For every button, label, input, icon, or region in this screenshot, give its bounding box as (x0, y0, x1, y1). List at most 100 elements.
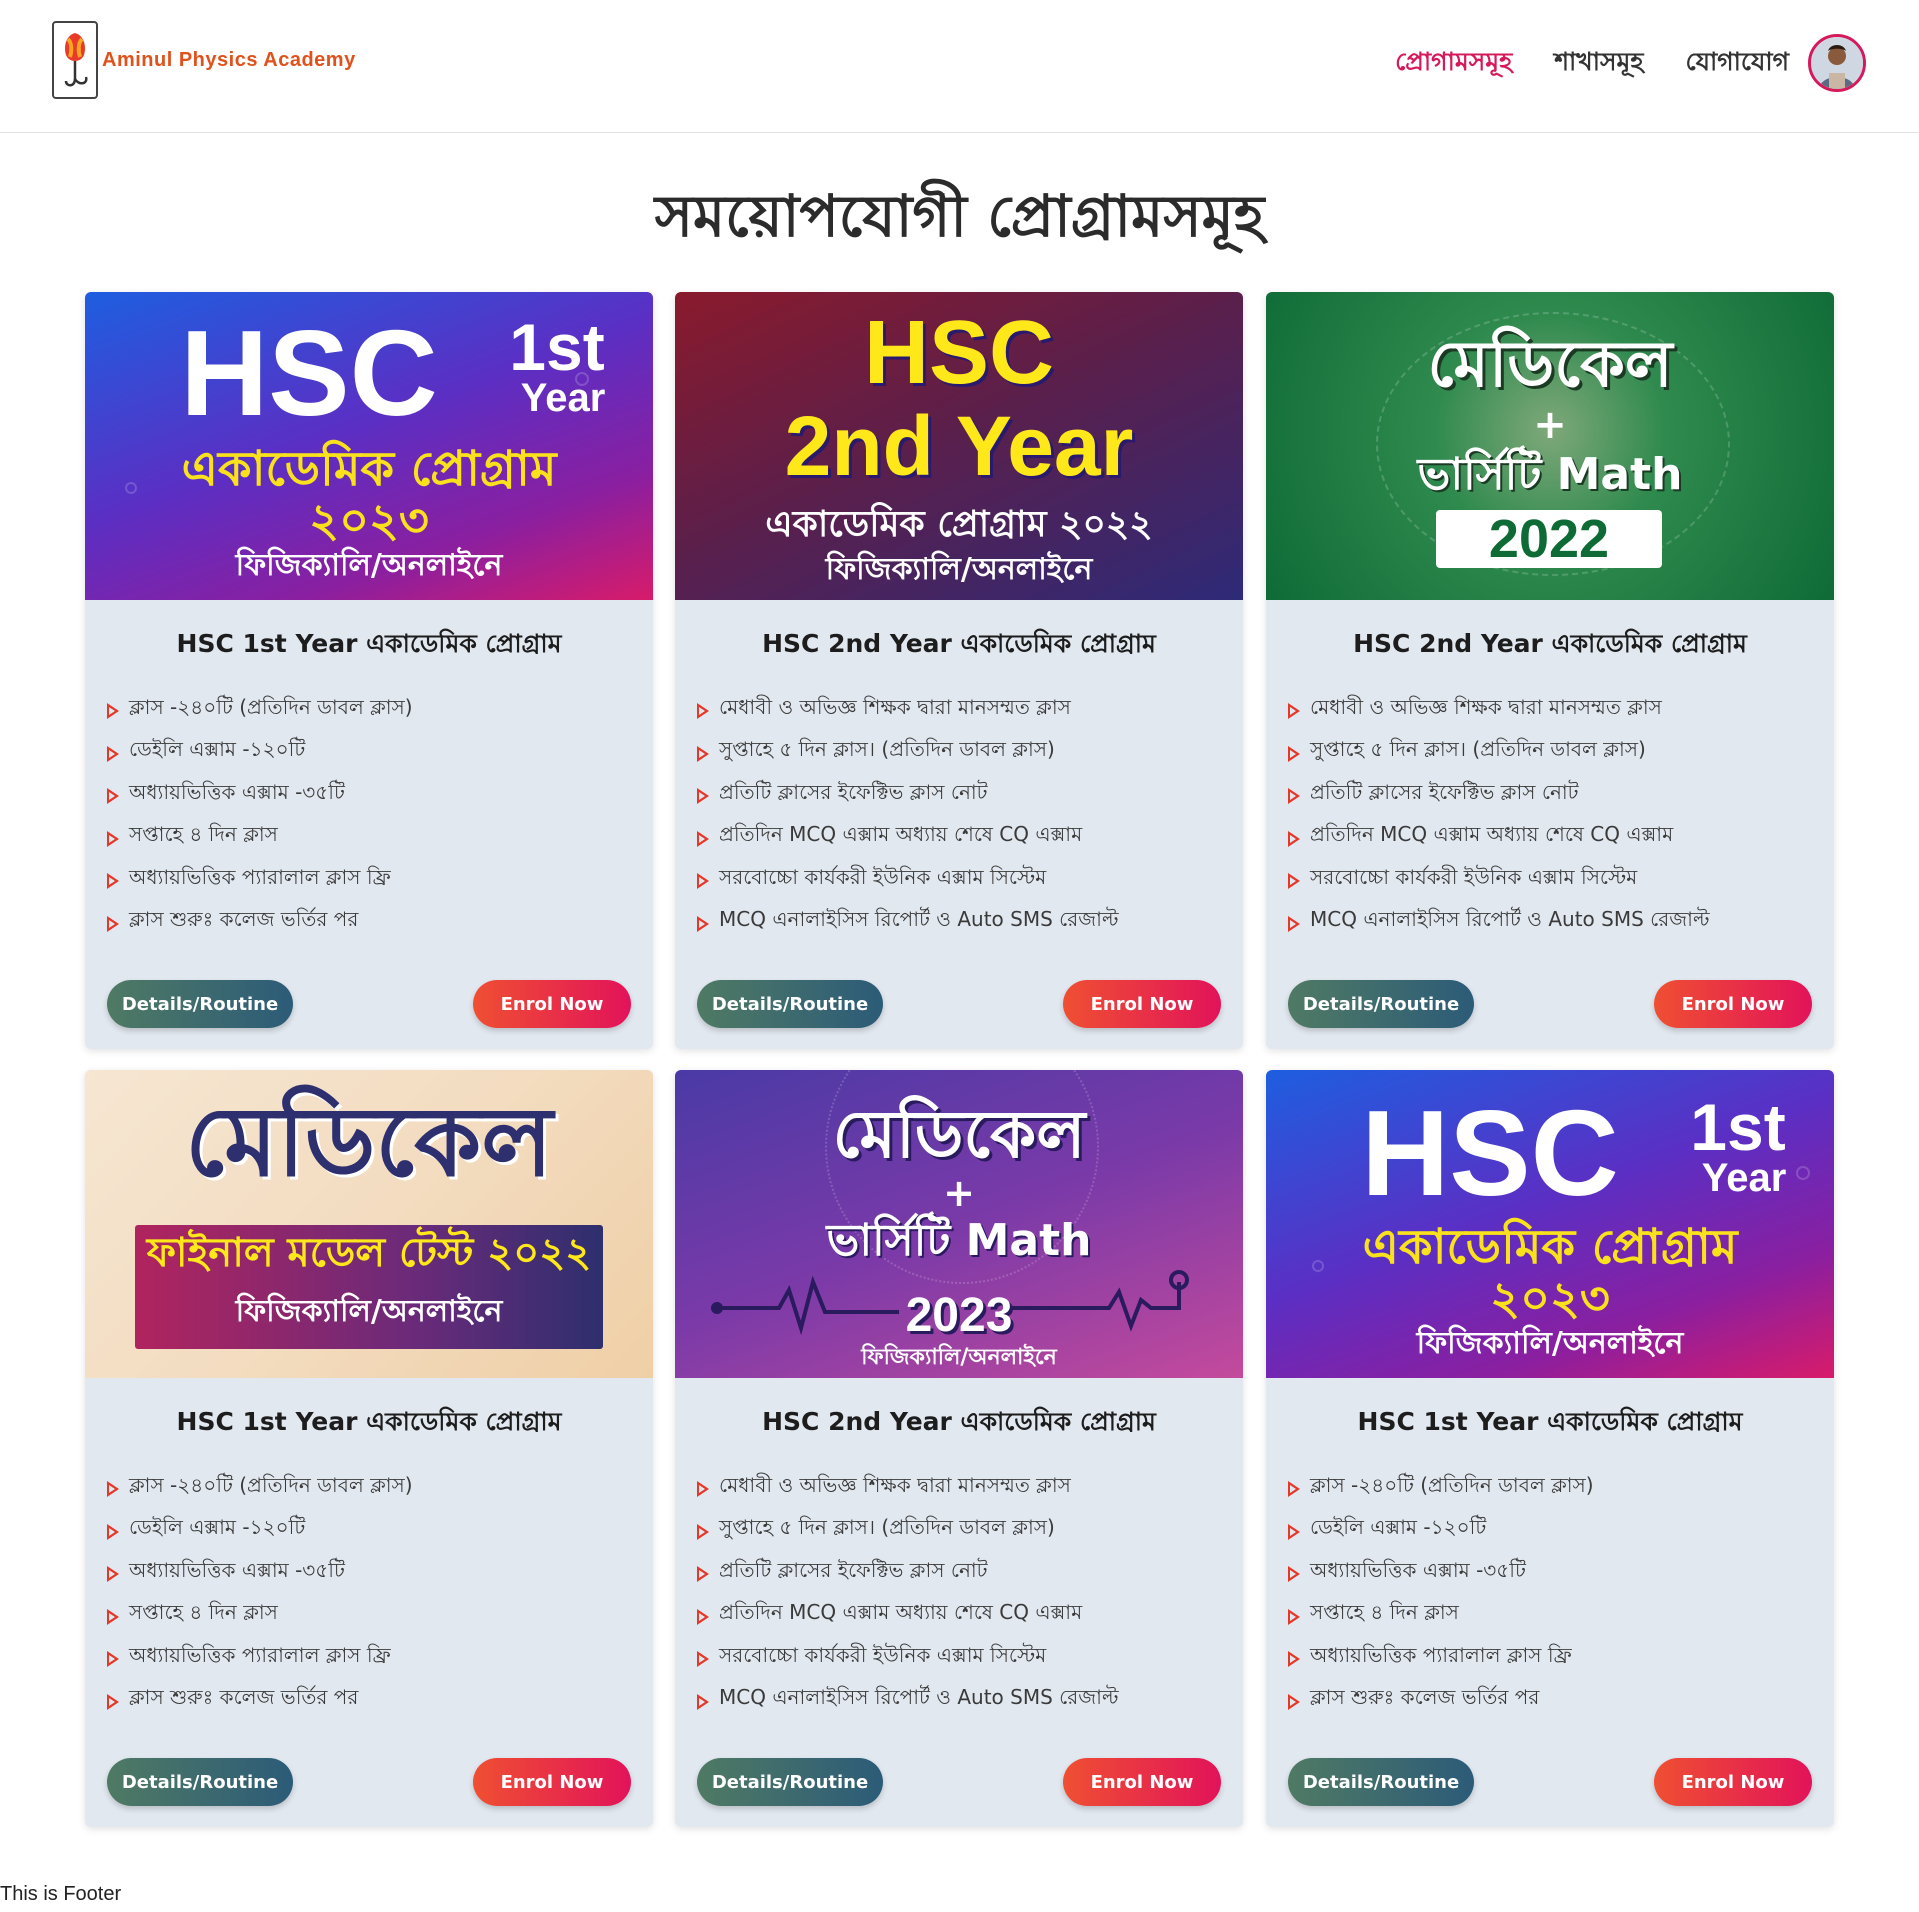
play-triangle-icon (107, 830, 119, 847)
brand-logo[interactable]: Aminul Physics Academy (52, 20, 356, 100)
feature-item: অধ্যায়ভিত্তিক প্যারালাল ক্লাস ফ্রি (1288, 1636, 1594, 1679)
card-title: HSC 1st Year একাডেমিক প্রোগ্রাম (176, 1407, 562, 1436)
feature-item: অধ্যায়ভিত্তিক এক্সাম -৩৫টি (107, 773, 413, 816)
card-title: HSC 2nd Year একাডেমিক প্রোগ্রাম (762, 1407, 1156, 1436)
feature-item: সপ্তাহে ৪ দিন ক্লাস (1288, 1594, 1594, 1637)
navbar: Aminul Physics Academy প্রোগামসমূহ শাখাস… (0, 0, 1919, 133)
banner-year-text: Year (1701, 1156, 1787, 1200)
details-routine-button[interactable]: Details/Routine (107, 1758, 293, 1806)
feature-item: ক্লাস শুরুঃ কলেজ ভর্তির পর (1288, 1679, 1594, 1722)
user-avatar[interactable] (1808, 34, 1866, 92)
play-triangle-icon (697, 1566, 709, 1583)
play-triangle-icon (107, 1693, 119, 1710)
banner-line1: একাডেমিক প্রোগ্রাম (1362, 1219, 1738, 1275)
program-card: HSC 1st Year একাডেমিক প্রোগ্রাম ২০২৩ ফিজ… (85, 292, 653, 1049)
enrol-now-button[interactable]: Enrol Now (1063, 1758, 1221, 1806)
feature-item: ডেইলি এক্সাম -১২০টি (107, 731, 413, 774)
page-title: সময়োপযোগী প্রোগ্রামসমূহ (654, 182, 1265, 250)
feature-item: ক্লাস শুরুঃ কলেজ ভর্তির পর (107, 901, 413, 944)
play-triangle-icon (1288, 1523, 1300, 1540)
play-triangle-icon (1288, 1693, 1300, 1710)
play-triangle-icon (697, 915, 709, 932)
program-card: মেডিকেল + ভার্সিটি Math 2023 ফিজিক্যালি/… (675, 1070, 1243, 1827)
nav-programs-link[interactable]: প্রোগামসমূহ (1395, 42, 1512, 85)
feature-list: মেধাবী ও অভিজ্ঞ শিক্ষক দ্বারা মানসম্মত ক… (697, 1466, 1119, 1721)
play-triangle-icon (697, 1523, 709, 1540)
program-banner: HSC 1st Year একাডেমিক প্রোগ্রাম ২০২৩ ফিজ… (85, 292, 653, 600)
feature-list: ক্লাস -২৪০টি (প্রতিদিন ডাবল ক্লাস) ডেইলি… (1288, 1466, 1594, 1721)
banner-line3: ফিজিক্যালি/অনলাইনে (235, 1294, 503, 1329)
details-routine-button[interactable]: Details/Routine (1288, 1758, 1474, 1806)
feature-item: অধ্যায়ভিত্তিক এক্সাম -৩৫টি (107, 1551, 413, 1594)
play-triangle-icon (107, 788, 119, 805)
main-nav: প্রোগামসমূহ শাখাসমূহ যোগাযোগ (1395, 42, 1789, 85)
feature-item: প্রতিটি ক্লাসের ইফেক্টিভ ক্লাস নোট (697, 773, 1119, 816)
enrol-now-button[interactable]: Enrol Now (473, 1758, 631, 1806)
feature-item: প্রতিটি ক্লাসের ইফেক্টিভ ক্লাস নোট (1288, 773, 1710, 816)
card-title: HSC 1st Year একাডেমিক প্রোগ্রাম (1357, 1407, 1743, 1436)
feature-item: সুপ্তাহে ৫ দিন ক্লাস। (প্রতিদিন ডাবল ক্ল… (1288, 731, 1710, 774)
program-banner: মেডিকেল + ভার্সিটি Math 2022 (1266, 292, 1834, 600)
feature-list: মেধাবী ও অভিজ্ঞ শিক্ষক দ্বারা মানসম্মত ক… (1288, 688, 1710, 943)
details-routine-button[interactable]: Details/Routine (697, 980, 883, 1028)
banner-line2: ভার্সিটি Math (1417, 449, 1683, 500)
banner-year-box: 2022 (1436, 510, 1662, 568)
feature-item: সরবোচ্চো কার্যকরী ইউনিক এক্সাম সিস্টেম (697, 1636, 1119, 1679)
banner-line3: ফিজিক্যালি/অনলাইনে (235, 548, 503, 583)
play-triangle-icon (1288, 1566, 1300, 1583)
banner-year: 2023 (905, 1289, 1013, 1342)
feature-item: MCQ এনালাইসিস রিপোর্ট ও Auto SMS রেজাল্ট (697, 1679, 1119, 1722)
nav-branches-link[interactable]: শাখাসমূহ (1554, 42, 1643, 85)
enrol-now-button[interactable]: Enrol Now (1654, 980, 1812, 1028)
feature-item: সপ্তাহে ৪ দিন ক্লাস (107, 1594, 413, 1637)
play-triangle-icon (697, 830, 709, 847)
feature-item: MCQ এনালাইসিস রিপোর্ট ও Auto SMS রেজাল্ট (697, 901, 1119, 944)
banner-1st-text: 1st (509, 310, 605, 384)
banner-line3: ফিজিক্যালি/অনলাইনে (1416, 1326, 1684, 1361)
play-triangle-icon (1288, 745, 1300, 762)
banner-line2: ২০২৩ (309, 493, 429, 547)
play-triangle-icon (697, 745, 709, 762)
play-triangle-icon (107, 1651, 119, 1668)
brand-name: Aminul Physics Academy (102, 48, 356, 71)
feature-item: প্রতিদিন MCQ এক্সাম অধ্যায় শেষে CQ এক্স… (1288, 816, 1710, 859)
details-routine-button[interactable]: Details/Routine (1288, 980, 1474, 1028)
banner-line2: ২০২৩ (1490, 1271, 1610, 1325)
card-title: HSC 2nd Year একাডেমিক প্রোগ্রাম (762, 629, 1156, 658)
play-triangle-icon (1288, 1608, 1300, 1625)
enrol-now-button[interactable]: Enrol Now (1063, 980, 1221, 1028)
feature-item: ডেইলি এক্সাম -১২০টি (1288, 1509, 1594, 1552)
feature-item: সরবোচ্চো কার্যকরী ইউনিক এক্সাম সিস্টেম (1288, 858, 1710, 901)
feature-list: ক্লাস -২৪০টি (প্রতিদিন ডাবল ক্লাস) ডেইলি… (107, 1466, 413, 1721)
play-triangle-icon (697, 703, 709, 720)
enrol-now-button[interactable]: Enrol Now (473, 980, 631, 1028)
play-triangle-icon (1288, 1481, 1300, 1498)
program-card: HSC 2nd Year একাডেমিক প্রোগ্রাম ২০২২ ফিজ… (675, 292, 1243, 1049)
play-triangle-icon (107, 1481, 119, 1498)
details-routine-button[interactable]: Details/Routine (697, 1758, 883, 1806)
card-title: HSC 1st Year একাডেমিক প্রোগ্রাম (176, 629, 562, 658)
program-card: মেডিকেল ফাইনাল মডেল টেস্ট ২০২২ ফিজিক্যাল… (85, 1070, 653, 1827)
feature-item: সরবোচ্চো কার্যকরী ইউনিক এক্সাম সিস্টেম (697, 858, 1119, 901)
play-triangle-icon (1288, 873, 1300, 890)
nav-contact-link[interactable]: যোগাযোগ (1685, 42, 1789, 85)
program-card: মেডিকেল + ভার্সিটি Math 2022 HSC 2nd Yea… (1266, 292, 1834, 1049)
feature-item: ক্লাস -২৪০টি (প্রতিদিন ডাবল ক্লাস) (107, 688, 413, 731)
play-triangle-icon (107, 703, 119, 720)
play-triangle-icon (697, 1608, 709, 1625)
feature-item: প্রতিদিন MCQ এক্সাম অধ্যায় শেষে CQ এক্স… (697, 816, 1119, 859)
enrol-now-button[interactable]: Enrol Now (1654, 1758, 1812, 1806)
play-triangle-icon (1288, 830, 1300, 847)
banner-line3: ফিজিক্যালি/অনলাইনে (861, 1345, 1057, 1370)
feature-item: সুপ্তাহে ৫ দিন ক্লাস। (প্রতিদিন ডাবল ক্ল… (697, 731, 1119, 774)
program-banner: মেডিকেল + ভার্সিটি Math 2023 ফিজিক্যালি/… (675, 1070, 1243, 1378)
play-triangle-icon (107, 915, 119, 932)
footer-text: This is Footer (0, 1883, 122, 1905)
banner-line1: মেডিকেল (185, 1086, 553, 1198)
feature-item: অধ্যায়ভিত্তিক প্যারালাল ক্লাস ফ্রি (107, 1636, 413, 1679)
play-triangle-icon (1288, 788, 1300, 805)
feature-item: সুপ্তাহে ৫ দিন ক্লাস। (প্রতিদিন ডাবল ক্ল… (697, 1509, 1119, 1552)
play-triangle-icon (107, 873, 119, 890)
details-routine-button[interactable]: Details/Routine (107, 980, 293, 1028)
banner-1st-text: 1st (1690, 1090, 1786, 1164)
